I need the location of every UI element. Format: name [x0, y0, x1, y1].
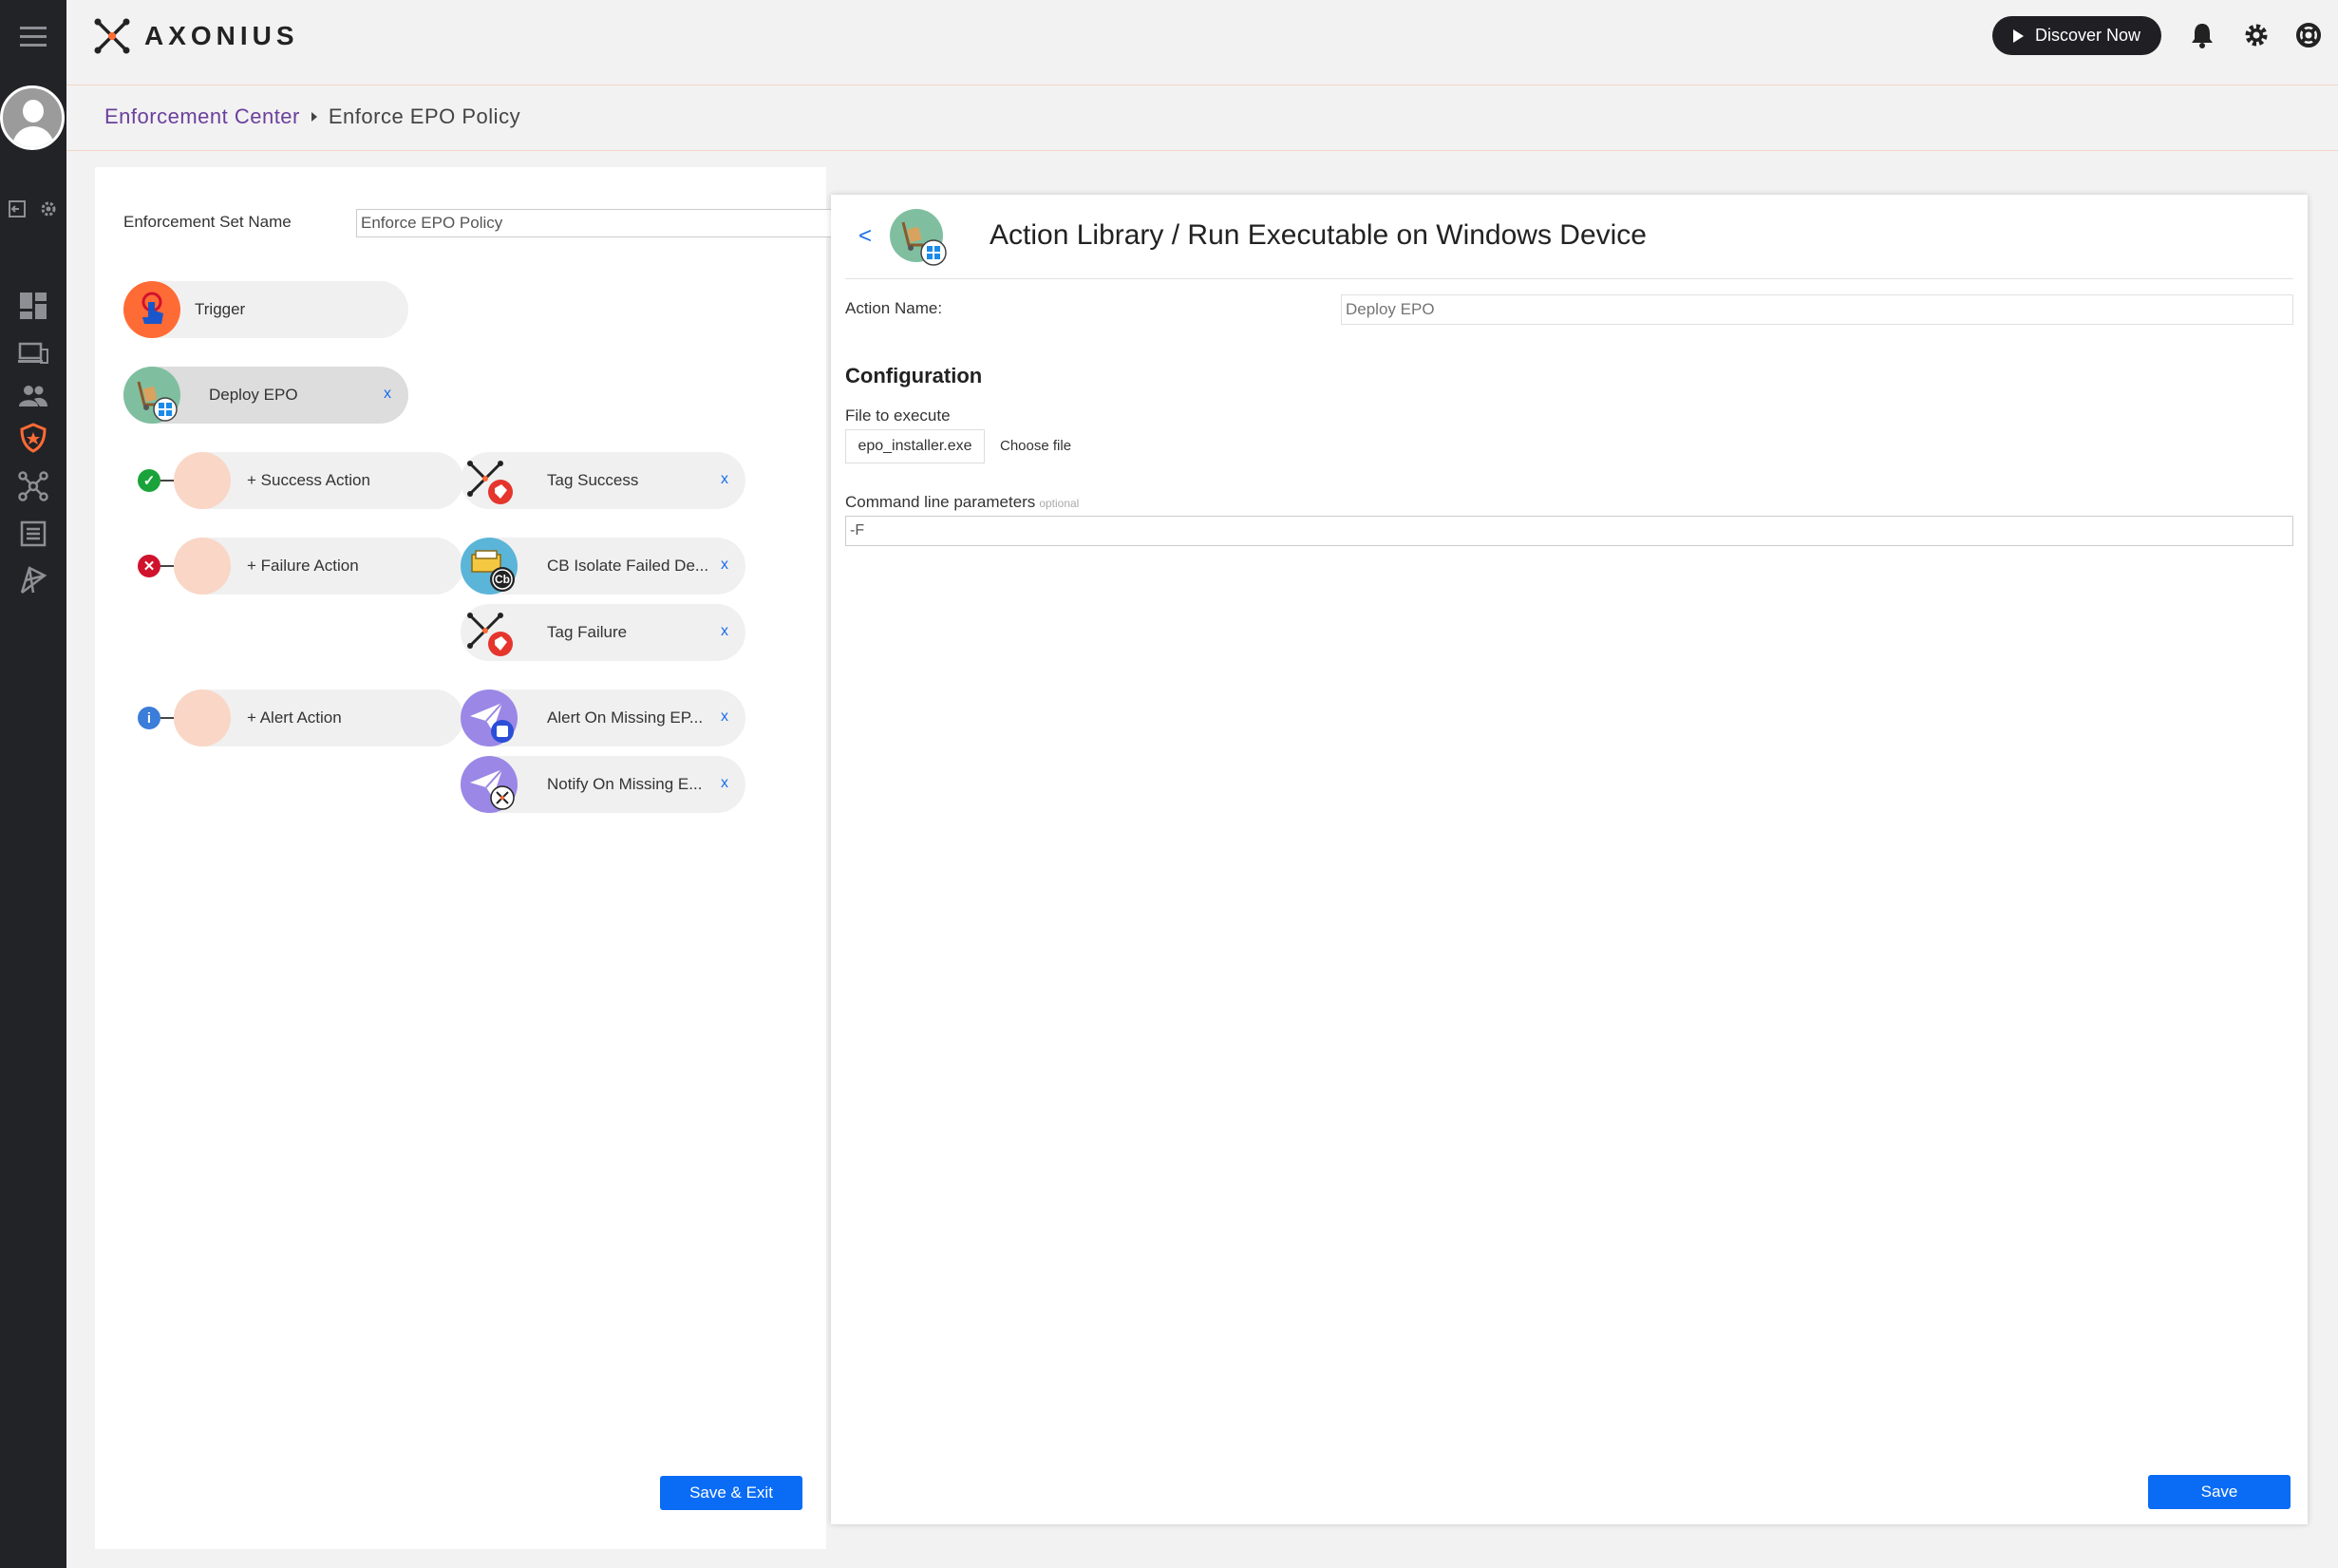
nav-reports-icon[interactable] — [0, 518, 66, 550]
axonius-logo[interactable]: AXONIUS — [93, 17, 299, 55]
selected-file-name: epo_installer.exe — [845, 429, 985, 463]
nav-devices-icon[interactable] — [0, 337, 66, 369]
command-line-parameters-text: Command line parameters — [845, 493, 1036, 511]
trigger-label: Trigger — [195, 300, 246, 318]
alert-missing-epo-label: Alert On Missing EP... — [547, 708, 704, 727]
breadcrumb-current: Enforce EPO Policy — [328, 104, 521, 128]
back-button[interactable]: < — [858, 223, 872, 250]
enforcement-set-name-input[interactable] — [356, 209, 897, 237]
optional-hint: optional — [1039, 497, 1080, 510]
discover-now-label: Discover Now — [2034, 26, 2141, 45]
add-alert-action-label: + Alert Action — [247, 708, 342, 727]
nav-users-icon[interactable] — [0, 380, 66, 412]
main-action-remove-button[interactable]: x — [384, 386, 391, 403]
failure-x-icon: ✕ — [138, 555, 160, 577]
notify-missing-epo-label: Notify On Missing E... — [547, 775, 703, 793]
add-alert-action-button[interactable]: + Alert Action — [174, 690, 463, 746]
notifications-bell-icon[interactable] — [2188, 21, 2216, 49]
breadcrumb-caret-icon — [311, 112, 317, 122]
hamburger-menu-icon[interactable] — [0, 19, 66, 53]
title-divider — [845, 278, 2293, 279]
failure-placeholder-circle — [174, 538, 231, 595]
carbon-black-isolate-icon: Cb — [461, 538, 518, 595]
alert-info-icon: i — [138, 707, 160, 729]
logout-icon[interactable] — [8, 198, 28, 219]
logo-text: AXONIUS — [144, 21, 299, 50]
nav-enforcement-icon[interactable] — [0, 421, 66, 455]
add-success-action-button[interactable]: + Success Action — [174, 452, 463, 509]
tag-failure-action-pill[interactable]: Tag Failure x — [461, 604, 745, 661]
notify-missing-epo-remove-button[interactable]: x — [721, 775, 728, 792]
axonius-logo-icon — [94, 18, 130, 54]
action-panel-title: Action Library / Run Executable on Windo… — [990, 219, 1647, 251]
breadcrumb: Enforcement Center Enforce EPO Policy — [104, 104, 520, 129]
enforcement-set-panel: Enforcement Set Name Trigger Deploy EPO … — [95, 167, 897, 1549]
command-line-parameters-label: Command line parameters optional — [845, 493, 1079, 512]
add-failure-action-button[interactable]: + Failure Action — [174, 538, 463, 595]
help-lifebuoy-icon[interactable] — [2294, 21, 2323, 49]
nav-instances-icon[interactable] — [0, 562, 66, 596]
trigger-pill[interactable]: Trigger — [123, 281, 408, 338]
carbon-black-badge: Cb — [495, 573, 510, 586]
send-email-icon — [461, 690, 518, 746]
settings-gear-icon[interactable] — [2242, 21, 2271, 49]
user-avatar[interactable] — [0, 85, 65, 150]
discover-now-button[interactable]: Discover Now — [1992, 16, 2161, 55]
add-failure-action-label: + Failure Action — [247, 557, 359, 575]
send-notification-icon — [461, 756, 518, 813]
add-success-action-label: + Success Action — [247, 471, 370, 489]
breadcrumb-enforcement-center-link[interactable]: Enforcement Center — [104, 104, 300, 129]
action-library-icon — [888, 207, 947, 266]
play-icon — [2012, 28, 2024, 43]
tag-failure-icon — [461, 604, 518, 661]
sidebar-user-controls — [0, 195, 66, 223]
cb-isolate-label: CB Isolate Failed De... — [547, 557, 708, 575]
notify-missing-epo-action-pill[interactable]: Notify On Missing E... x — [461, 756, 745, 813]
main-action-pill[interactable]: Deploy EPO x — [123, 367, 408, 424]
alert-missing-epo-action-pill[interactable]: Alert On Missing EP... x — [461, 690, 745, 746]
run-executable-icon — [123, 367, 180, 424]
cb-isolate-remove-button[interactable]: x — [721, 557, 728, 574]
tag-success-remove-button[interactable]: x — [721, 471, 728, 488]
account-settings-icon[interactable] — [38, 198, 59, 219]
nav-dashboard-icon[interactable] — [0, 290, 66, 322]
tag-success-icon — [461, 452, 518, 509]
alert-connector — [160, 717, 174, 719]
tag-failure-remove-button[interactable]: x — [721, 623, 728, 640]
cb-isolate-action-pill[interactable]: Cb CB Isolate Failed De... x — [461, 538, 745, 595]
action-name-input[interactable] — [1341, 294, 2293, 325]
tag-failure-label: Tag Failure — [547, 623, 628, 641]
alert-missing-epo-remove-button[interactable]: x — [721, 708, 728, 726]
success-connector — [160, 480, 174, 482]
success-placeholder-circle — [174, 452, 231, 509]
success-check-icon: ✓ — [138, 469, 160, 492]
choose-file-button[interactable]: Choose file — [1000, 438, 1071, 454]
command-line-parameters-input[interactable] — [845, 516, 2293, 546]
breadcrumb-divider — [66, 150, 2338, 151]
sidebar — [0, 0, 66, 1568]
save-and-exit-button[interactable]: Save & Exit — [660, 1476, 802, 1510]
tag-success-label: Tag Success — [547, 471, 639, 489]
failure-connector — [160, 565, 174, 567]
nav-adapters-icon[interactable] — [0, 470, 66, 502]
configuration-heading: Configuration — [845, 364, 983, 387]
main-action-label: Deploy EPO — [209, 386, 298, 404]
trigger-icon — [123, 281, 180, 338]
action-name-label: Action Name: — [845, 299, 943, 317]
alert-placeholder-circle — [174, 690, 231, 746]
topbar: AXONIUS Discover Now — [66, 0, 2338, 85]
save-button[interactable]: Save — [2148, 1475, 2291, 1509]
enforcement-set-name-label: Enforcement Set Name — [123, 213, 292, 231]
tag-success-action-pill[interactable]: Tag Success x — [461, 452, 745, 509]
action-config-panel: < Action Library / Run Executable on Win… — [831, 195, 2308, 1524]
file-to-execute-label: File to execute — [845, 406, 951, 425]
